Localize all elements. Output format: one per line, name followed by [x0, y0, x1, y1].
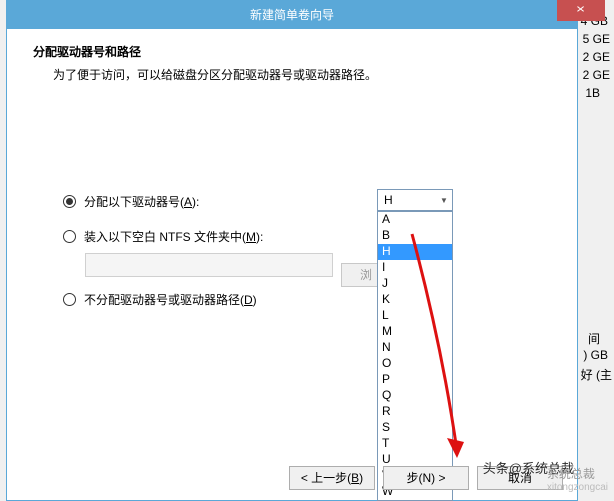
drive-letter-option[interactable]: M [378, 324, 452, 340]
drive-letter-option[interactable]: P [378, 372, 452, 388]
drive-letter-option[interactable]: L [378, 308, 452, 324]
bg-size-5: 1B [585, 86, 600, 100]
page-heading: 分配驱动器号和路径 [33, 43, 551, 60]
close-icon: × [576, 0, 585, 20]
next-button[interactable]: 步(N) > [383, 466, 469, 490]
bg-size-2: 5 GE [583, 32, 610, 46]
drive-letter-option[interactable]: T [378, 436, 452, 452]
radio-assign-letter[interactable] [63, 195, 76, 208]
radio-mount-folder-label: 装入以下空白 NTFS 文件夹中(M): [84, 228, 263, 245]
mount-path-input [85, 253, 333, 277]
watermark: 系统总裁 xitongzongcai [547, 465, 608, 493]
radio-mount-folder[interactable] [63, 230, 76, 243]
wizard-dialog: 新建简单卷向导 × 分配驱动器号和路径 为了便于访问，可以给磁盘分区分配驱动器号… [6, 0, 578, 501]
drive-letter-dropdown[interactable]: ABHIJKLMNOPQRSTUVW [377, 211, 453, 501]
drive-letter-select[interactable]: H ▼ [377, 189, 453, 211]
close-button[interactable]: × [557, 0, 605, 21]
radio-no-assign-label: 不分配驱动器号或驱动器路径(D) [84, 291, 257, 308]
drive-letter-option[interactable]: H [378, 244, 452, 260]
bg-right-1: 间 [588, 330, 600, 347]
window-title: 新建简单卷向导 [250, 8, 334, 22]
drive-letter-option[interactable]: A [378, 212, 452, 228]
drive-letter-value: H [384, 193, 393, 207]
bg-right-3: 好 (主 [581, 366, 612, 383]
drive-letter-option[interactable]: N [378, 340, 452, 356]
drive-letter-option[interactable]: Q [378, 388, 452, 404]
radio-assign-letter-label: 分配以下驱动器号(A): [84, 193, 199, 210]
drive-letter-option[interactable]: O [378, 356, 452, 372]
bg-right-2: ) GB [583, 348, 608, 362]
drive-letter-option[interactable]: R [378, 404, 452, 420]
drive-letter-option[interactable]: K [378, 292, 452, 308]
bg-size-3: 2 GE [583, 50, 610, 64]
drive-letter-option[interactable]: I [378, 260, 452, 276]
bg-size-4: 2 GE [583, 68, 610, 82]
titlebar[interactable]: 新建简单卷向导 [7, 1, 577, 29]
page-subheading: 为了便于访问，可以给磁盘分区分配驱动器号或驱动器路径。 [33, 66, 551, 83]
drive-letter-option[interactable]: J [378, 276, 452, 292]
drive-letter-option[interactable]: B [378, 228, 452, 244]
chevron-down-icon: ▼ [436, 190, 452, 210]
radio-no-assign[interactable] [63, 293, 76, 306]
back-button[interactable]: < 上一步(B) [289, 466, 375, 490]
drive-letter-option[interactable]: S [378, 420, 452, 436]
